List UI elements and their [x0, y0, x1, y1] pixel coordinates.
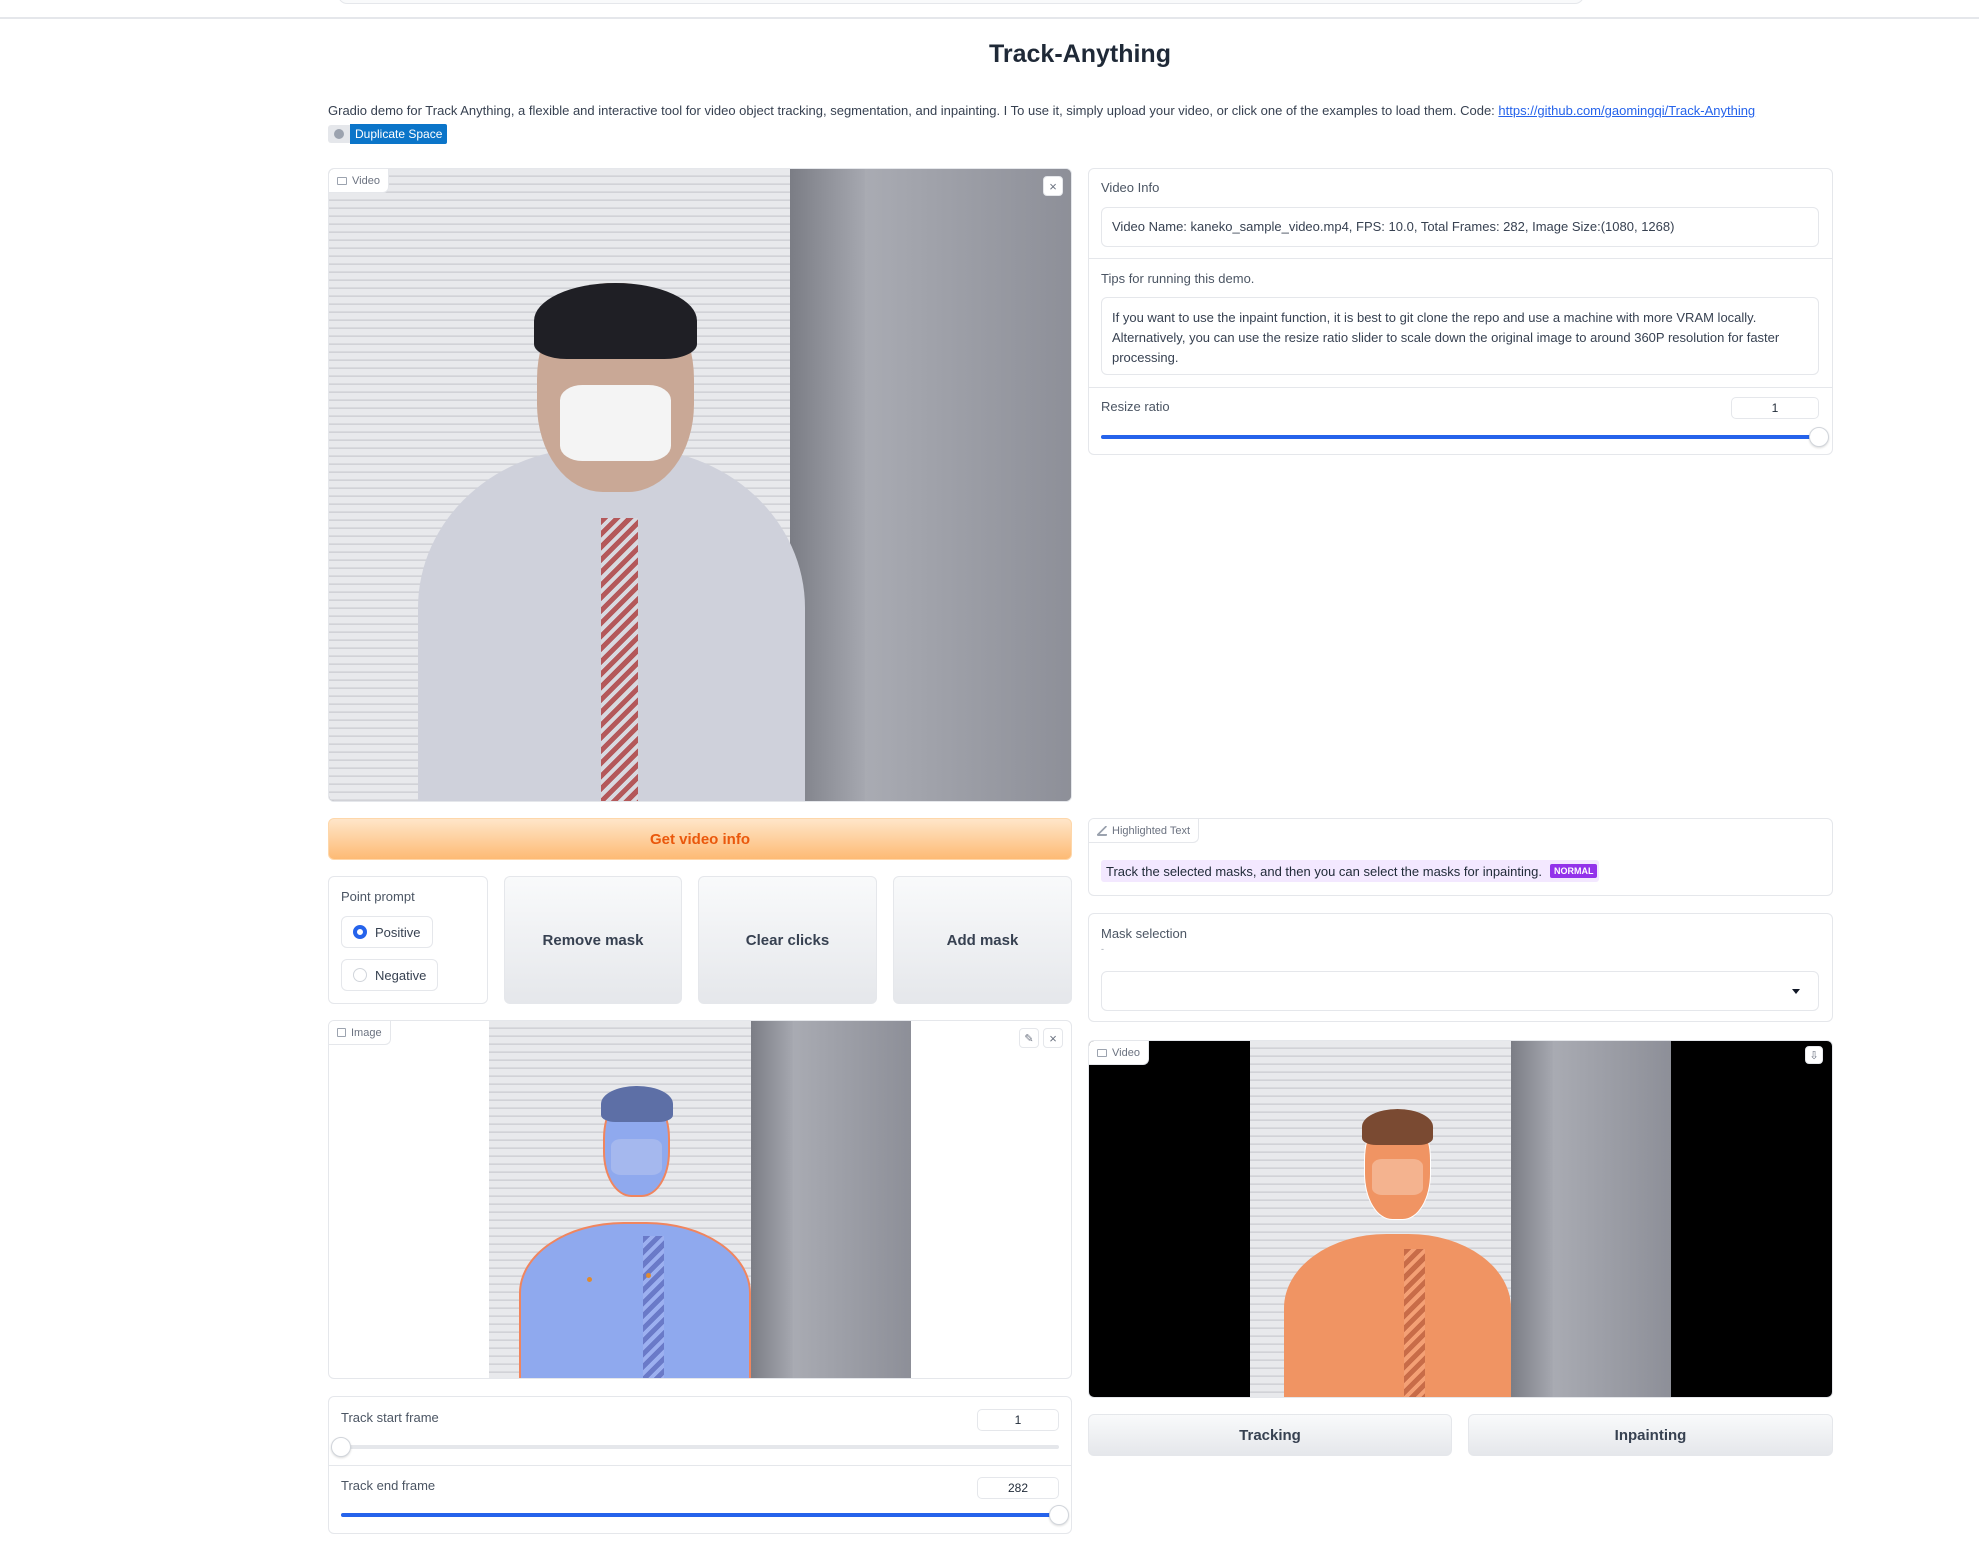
output-video-label: Video	[1112, 1046, 1140, 1059]
radio-positive[interactable]: Positive	[341, 916, 433, 948]
image-label: Image	[351, 1026, 382, 1039]
radio-negative-label: Negative	[375, 967, 427, 983]
video-info-label: Video Info	[1101, 180, 1160, 195]
chevron-down-icon[interactable]	[1792, 989, 1800, 994]
mask-selection-dropdown[interactable]	[1101, 971, 1819, 1011]
clear-clicks-button[interactable]: Clear clicks	[698, 876, 877, 1004]
track-end-slider-fill	[341, 1513, 1059, 1517]
track-end-number[interactable]: 282	[977, 1477, 1059, 1499]
radio-positive-label: Positive	[375, 924, 421, 940]
video-camera-icon	[1097, 1048, 1107, 1057]
inpainting-button[interactable]: Inpainting	[1468, 1414, 1833, 1456]
duplicate-toggle-icon	[328, 125, 350, 143]
mask-selection-label: Mask selection	[1101, 926, 1187, 941]
image-panel[interactable]: Image ✎ ×	[328, 1020, 1072, 1379]
point-prompt-label: Point prompt	[341, 889, 415, 904]
remove-mask-button[interactable]: Remove mask	[504, 876, 682, 1004]
track-start-number[interactable]: 1	[977, 1409, 1059, 1431]
track-frames-panel: Track start frame 1 Track end frame 282	[328, 1396, 1072, 1534]
close-icon[interactable]: ×	[1043, 1028, 1063, 1048]
duplicate-space-badge[interactable]: Duplicate Space	[328, 124, 448, 144]
description-text: Gradio demo for Track Anything, a flexib…	[328, 103, 1499, 118]
highlighted-text-label: Highlighted Text	[1112, 824, 1191, 837]
page-title: Track-Anything	[989, 40, 1171, 68]
track-start-slider[interactable]	[331, 1437, 1059, 1457]
track-end-slider[interactable]	[341, 1505, 1069, 1525]
input-video-panel[interactable]: Video ×	[328, 168, 1072, 802]
add-mask-button[interactable]: Add mask	[893, 876, 1072, 1004]
highlighted-text-content: Track the selected masks, and then you c…	[1101, 860, 1600, 882]
click-point-marker	[587, 1277, 592, 1282]
tips-line-1: If you want to use the inpaint function,…	[1112, 310, 1757, 325]
output-video-label-tag: Video	[1089, 1041, 1149, 1065]
mask-selection-panel: Mask selection -	[1088, 913, 1833, 1022]
download-icon[interactable]: ⇩	[1805, 1046, 1823, 1064]
pencil-icon[interactable]: ✎	[1019, 1028, 1039, 1048]
highlighted-text-panel: Highlighted Text Track the selected mask…	[1088, 818, 1833, 896]
output-video-panel[interactable]: Video ⇩	[1088, 1040, 1833, 1398]
track-end-label: Track end frame	[341, 1478, 436, 1493]
input-video-label-tag: Video	[329, 169, 389, 193]
highlighted-text-label-tag: Highlighted Text	[1089, 819, 1200, 843]
input-video-frame[interactable]	[329, 169, 1071, 801]
code-link[interactable]: https://github.com/gaomingqi/Track-Anyth…	[1498, 103, 1755, 118]
track-end-slider-thumb[interactable]	[1049, 1505, 1069, 1525]
resize-ratio-slider-fill	[1101, 435, 1819, 439]
resize-ratio-label: Resize ratio	[1101, 399, 1170, 414]
tips-line-3: processing.	[1112, 350, 1179, 365]
click-point-marker	[646, 1273, 651, 1278]
highlighted-text-string: Track the selected masks, and then you c…	[1106, 863, 1542, 879]
radio-negative-indicator	[353, 968, 367, 982]
mask-selection-hint: -	[1101, 944, 1104, 954]
tracking-result-frame[interactable]	[1250, 1041, 1671, 1397]
resize-ratio-number[interactable]: 1	[1731, 397, 1819, 419]
input-video-label: Video	[352, 174, 380, 187]
video-info-textbox[interactable]: Video Name: kaneko_sample_video.mp4, FPS…	[1101, 207, 1819, 247]
video-info-panel: Video Info Video Name: kaneko_sample_vid…	[1088, 168, 1833, 455]
resize-ratio-slider-thumb[interactable]	[1809, 427, 1829, 447]
tracking-button[interactable]: Tracking	[1088, 1414, 1452, 1456]
track-start-label: Track start frame	[341, 1410, 439, 1425]
page-description: Gradio demo for Track Anything, a flexib…	[328, 103, 1755, 118]
tips-textbox[interactable]: If you want to use the inpaint function,…	[1101, 297, 1819, 375]
radio-positive-indicator	[353, 925, 367, 939]
get-video-info-button[interactable]: Get video info	[328, 818, 1072, 860]
video-camera-icon	[337, 176, 347, 185]
resize-ratio-slider[interactable]	[1101, 427, 1829, 447]
image-icon	[337, 1028, 346, 1037]
duplicate-space-label: Duplicate Space	[350, 124, 448, 144]
segmentation-image[interactable]	[489, 1021, 911, 1378]
tips-line-2: Alternatively, you can use the resize ra…	[1112, 330, 1780, 345]
radio-negative[interactable]: Negative	[341, 959, 439, 991]
track-start-slider-thumb[interactable]	[331, 1437, 351, 1457]
point-prompt-panel: Point prompt Positive Negative	[328, 876, 488, 1004]
tips-label: Tips for running this demo.	[1101, 271, 1255, 286]
image-label-tag: Image	[329, 1021, 391, 1045]
normal-badge: NORMAL	[1549, 864, 1598, 878]
top-search-pill	[338, 0, 1584, 4]
close-icon[interactable]: ×	[1043, 176, 1063, 196]
highlighter-icon	[1097, 825, 1107, 836]
top-navigation-bar	[0, 0, 1979, 19]
